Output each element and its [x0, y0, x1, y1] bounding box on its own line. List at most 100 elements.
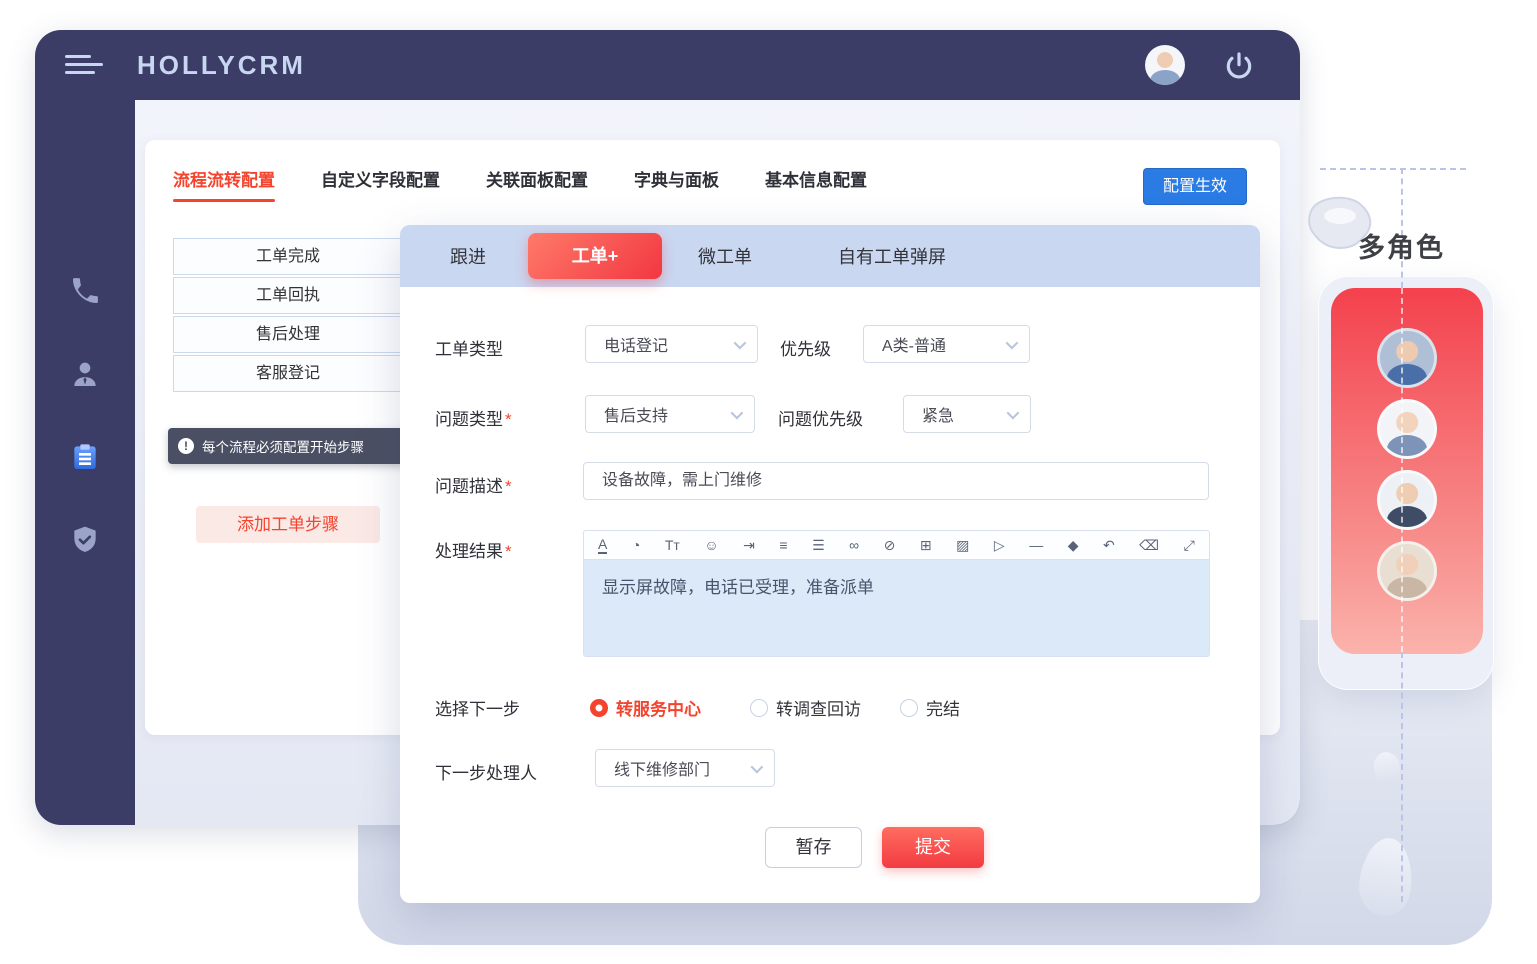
- required-mark: *: [505, 410, 512, 429]
- tab-linked-panel[interactable]: 关联面板配置: [486, 166, 588, 191]
- problem-type-value: 售后支持: [604, 402, 731, 426]
- flow-step-row[interactable]: 工单完成: [173, 238, 403, 275]
- app-header: HOLLYCRM: [35, 30, 1300, 100]
- problem-type-label: 问题类型*: [435, 405, 512, 430]
- dashed-guide-line: [1401, 288, 1403, 652]
- next-step-option-service-center[interactable]: 转服务中心: [590, 695, 701, 720]
- dashed-guide-line: [1401, 652, 1403, 902]
- eraser-icon[interactable]: ◆: [1068, 538, 1079, 552]
- emoji-icon[interactable]: ☺: [704, 538, 718, 552]
- remove-link-icon[interactable]: ⊘: [884, 538, 896, 552]
- insert-link-icon[interactable]: ∞: [849, 538, 859, 552]
- problem-desc-input[interactable]: 设备故障，需上门维修: [583, 462, 1209, 500]
- config-tabs: 流程流转配置 自定义字段配置 关联面板配置 字典与面板 基本信息配置: [173, 166, 867, 191]
- text-size-icon[interactable]: Tт: [665, 538, 680, 552]
- order-type-label: 工单类型: [435, 335, 503, 360]
- side-nav: [35, 100, 135, 825]
- sidebar-item-security[interactable]: [69, 524, 103, 558]
- video-icon[interactable]: ▷: [994, 538, 1005, 552]
- tab-micro-order[interactable]: 微工单: [698, 243, 752, 269]
- editor-toolbar: A ◔ Tт ☺ ⇥ ≡ ☰ ∞ ⊘ ⊞ ▨ ▷ — ◆ ↶ ⌫ ⤢: [583, 530, 1210, 560]
- phone-icon: [69, 294, 101, 311]
- power-icon[interactable]: [1223, 50, 1255, 82]
- flow-step-row[interactable]: 工单回执: [173, 277, 403, 314]
- role-avatar: [1377, 541, 1437, 601]
- role-avatar: [1377, 399, 1437, 459]
- save-draft-button[interactable]: 暂存: [765, 827, 862, 868]
- tab-follow-up[interactable]: 跟进: [450, 243, 486, 269]
- add-step-button[interactable]: 添加工单步骤: [196, 506, 380, 543]
- table-icon[interactable]: ⊞: [920, 538, 932, 552]
- chevron-down-icon: [734, 336, 747, 349]
- chevron-down-icon: [1007, 406, 1020, 419]
- tab-custom-fields[interactable]: 自定义字段配置: [321, 166, 440, 191]
- chevron-down-icon: [731, 406, 744, 419]
- problem-type-select[interactable]: 售后支持: [585, 395, 755, 433]
- tab-basic-info[interactable]: 基本信息配置: [765, 166, 867, 191]
- divider-icon[interactable]: —: [1029, 538, 1043, 552]
- problem-priority-value: 紧急: [922, 402, 1007, 426]
- problem-priority-select[interactable]: 紧急: [903, 395, 1031, 433]
- fullscreen-icon[interactable]: ⤢: [1184, 538, 1195, 552]
- multi-role-label: 多角色: [1358, 226, 1445, 265]
- chevron-down-icon: [751, 760, 764, 773]
- problem-desc-label: 问题描述*: [435, 472, 512, 497]
- indent-icon[interactable]: ⇥: [743, 538, 755, 552]
- trash-icon[interactable]: ⌫: [1139, 538, 1159, 552]
- problem-priority-label: 问题优先级: [778, 405, 863, 430]
- config-warning-tooltip: ! 每个流程必须配置开始步骤: [168, 428, 406, 464]
- dashed-guide-line: [1320, 168, 1466, 170]
- priority-label: 优先级: [780, 335, 831, 360]
- menu-icon[interactable]: [65, 55, 105, 77]
- shield-icon: [69, 543, 101, 560]
- modal-tab-bar: 跟进 工单+ 微工单 自有工单弹屏: [400, 225, 1260, 287]
- order-type-value: 电话登记: [604, 332, 734, 356]
- next-step-option-finish[interactable]: 完结: [900, 695, 960, 720]
- image-icon[interactable]: ▨: [956, 538, 969, 552]
- undo-icon[interactable]: ↶: [1103, 538, 1115, 552]
- app-title: HOLLYCRM: [137, 50, 306, 81]
- required-mark: *: [505, 542, 512, 561]
- clipboard-icon: [69, 460, 101, 477]
- font-style-icon[interactable]: A: [598, 537, 607, 554]
- chevron-down-icon: [1006, 336, 1019, 349]
- flow-step-row[interactable]: 售后处理: [173, 316, 403, 353]
- next-step-label: 选择下一步: [435, 695, 520, 720]
- tab-work-order-active[interactable]: 工单+: [528, 233, 662, 279]
- radio-checked-icon: [590, 699, 608, 717]
- tab-own-order-popup[interactable]: 自有工单弹屏: [838, 243, 946, 269]
- color-palette-icon[interactable]: ◔: [632, 538, 640, 552]
- result-textarea[interactable]: 显示屏故障，电话已受理，准备派单: [583, 560, 1210, 657]
- sidebar-item-workorders[interactable]: [69, 441, 103, 475]
- next-handler-value: 线下维修部门: [614, 756, 751, 780]
- submit-button[interactable]: 提交: [882, 827, 984, 868]
- sidebar-item-calls[interactable]: [69, 275, 103, 309]
- next-step-option-survey[interactable]: 转调查回访: [750, 695, 861, 720]
- role-panel: [1318, 276, 1494, 690]
- flow-step-row[interactable]: 客服登记: [173, 355, 403, 392]
- screen: HOLLYCRM: [0, 0, 1537, 964]
- next-handler-label: 下一步处理人: [435, 759, 537, 784]
- list-icon[interactable]: ☰: [812, 538, 825, 552]
- radio-unchecked-icon: [750, 699, 768, 717]
- active-tab-underline: [173, 199, 275, 202]
- sidebar-item-contacts[interactable]: [69, 358, 103, 392]
- tab-flow-config[interactable]: 流程流转配置: [173, 166, 275, 191]
- flow-step-list: 工单完成 工单回执 售后处理 客服登记: [173, 238, 403, 394]
- align-icon[interactable]: ≡: [779, 538, 787, 552]
- required-mark: *: [505, 477, 512, 496]
- order-type-select[interactable]: 电话登记: [585, 325, 758, 363]
- warning-text: 每个流程必须配置开始步骤: [202, 436, 364, 456]
- priority-value: A类-普通: [882, 332, 1006, 356]
- role-avatar: [1377, 470, 1437, 530]
- priority-select[interactable]: A类-普通: [863, 325, 1030, 363]
- user-avatar[interactable]: [1145, 45, 1185, 85]
- apply-config-button[interactable]: 配置生效: [1143, 168, 1247, 205]
- tab-dictionary[interactable]: 字典与面板: [634, 166, 719, 191]
- role-card: [1331, 288, 1483, 654]
- result-label: 处理结果*: [435, 537, 512, 562]
- work-order-modal: 跟进 工单+ 微工单 自有工单弹屏 工单类型 电话登记 优先级 A类-普通 问题…: [400, 225, 1260, 903]
- user-icon: [69, 377, 101, 394]
- next-handler-select[interactable]: 线下维修部门: [595, 749, 775, 787]
- warning-icon: !: [178, 438, 194, 454]
